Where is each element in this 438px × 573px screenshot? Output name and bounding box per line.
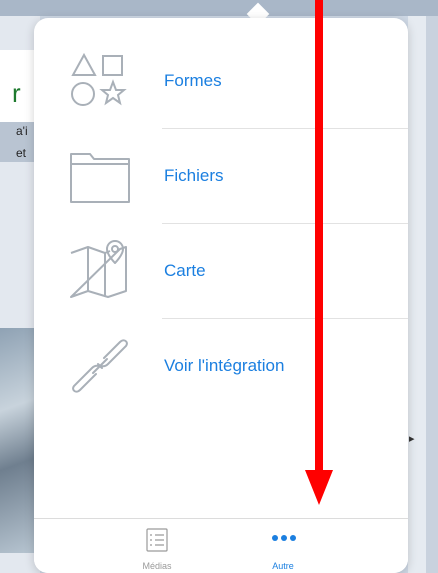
background-top-bar [0, 0, 438, 16]
link-icon [72, 339, 128, 393]
map-icon [70, 240, 127, 298]
shapes-icon [71, 52, 127, 106]
media-list-icon [146, 528, 168, 552]
insert-popover: Formes Fichiers Carte Voir l'intégration… [34, 18, 408, 573]
more-dots-icon [272, 535, 296, 541]
menu-item-formes[interactable]: Formes [34, 34, 408, 129]
tab-label: Médias [142, 561, 172, 571]
menu-item-carte[interactable]: Carte [34, 224, 408, 319]
menu-item-label: Formes [164, 71, 222, 90]
menu-item-voir-integration[interactable]: Voir l'intégration [34, 319, 408, 414]
caret-right-icon: ▸ [409, 433, 415, 445]
tab-label: Autre [272, 561, 294, 571]
menu-item-label: Carte [164, 261, 206, 280]
folder-icon [70, 153, 130, 203]
menu-item-label: Voir l'intégration [164, 356, 285, 375]
background-title-fragment: r [12, 78, 21, 108]
menu-item-fichiers[interactable]: Fichiers [34, 129, 408, 224]
background-text-fragment: et [16, 146, 27, 160]
tab-autre[interactable]: Autre [238, 519, 328, 573]
tab-medias[interactable]: Médias [112, 519, 202, 573]
background-photo [0, 328, 36, 553]
background-text-fragment: a'i [16, 124, 28, 138]
tab-bar: Médias Autre [34, 518, 408, 573]
background-right-strip [426, 16, 438, 573]
menu-item-label: Fichiers [164, 166, 224, 185]
